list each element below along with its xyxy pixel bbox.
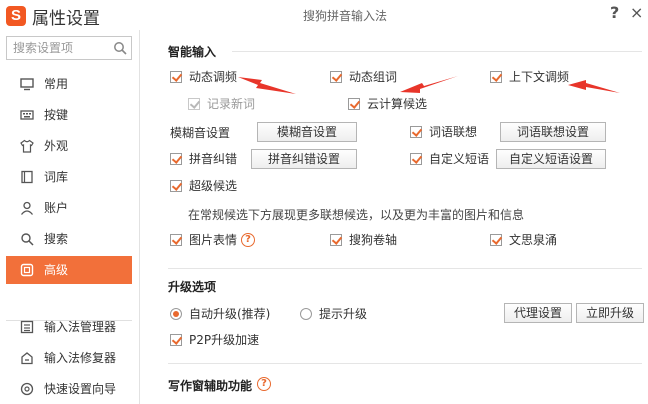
word-association-settings-button[interactable]: 词语联想设置 bbox=[500, 122, 606, 142]
fuzzy-settings-button[interactable]: 模糊音设置 bbox=[257, 122, 357, 142]
checkbox-label: 图片表情 bbox=[189, 233, 238, 247]
section-divider bbox=[232, 51, 642, 52]
advanced-icon bbox=[20, 263, 34, 277]
sidebar-item-label: 账户 bbox=[44, 201, 69, 215]
sidebar-item-advanced[interactable]: 高级 bbox=[6, 256, 132, 284]
checkbox-box bbox=[170, 153, 182, 165]
checkbox-label: P2P升级加速 bbox=[189, 333, 260, 347]
title-bar: S 属性设置 搜狗拼音输入法 ? × bbox=[0, 0, 648, 30]
checkbox-label: 动态组词 bbox=[349, 70, 398, 84]
app-name: 搜狗拼音输入法 bbox=[303, 9, 388, 23]
search-icon bbox=[21, 233, 34, 246]
checkbox-label: 自定义短语 bbox=[429, 152, 490, 166]
checkbox-box bbox=[410, 126, 422, 138]
sidebar-item-appearance[interactable]: 外观 bbox=[6, 132, 132, 160]
sidebar-item-label: 高级 bbox=[44, 263, 69, 277]
sidebar-item-label: 词库 bbox=[44, 170, 69, 184]
sidebar-item-account[interactable]: 账户 bbox=[6, 194, 132, 222]
checkbox-label: 超级候选 bbox=[189, 179, 238, 193]
checkbox-box bbox=[410, 153, 422, 165]
sidebar-item-keys[interactable]: 按键 bbox=[6, 101, 132, 129]
sidebar-item-search[interactable]: 搜索 bbox=[6, 225, 132, 253]
checkbox-box bbox=[170, 234, 182, 246]
window-title: 属性设置 bbox=[32, 9, 100, 29]
manager-icon bbox=[20, 320, 34, 334]
section-divider bbox=[168, 363, 642, 364]
checkbox-label: 上下文调频 bbox=[509, 70, 570, 84]
settings-search-box bbox=[6, 36, 132, 60]
custom-phrase-settings-button[interactable]: 自定义短语设置 bbox=[496, 149, 606, 169]
annotation-arrow-icon bbox=[400, 76, 458, 93]
sidebar: 常用 按键 外观 词库 账户 搜索 高级 输入法管理器 输入法修复器 快速设置向… bbox=[0, 30, 140, 404]
radio-dot bbox=[300, 308, 312, 320]
checkbox-label: 动态调频 bbox=[189, 70, 238, 84]
book-icon bbox=[21, 170, 33, 184]
checkbox-label: 词语联想 bbox=[429, 125, 478, 139]
settings-panel: 智能输入 动态调频 动态组词 上下文调频 记录新词 云计算候选 模糊音设置 模糊… bbox=[140, 30, 648, 404]
sidebar-item-label: 常用 bbox=[44, 77, 69, 91]
checkbox-box bbox=[490, 71, 502, 83]
proxy-settings-button[interactable]: 代理设置 bbox=[504, 303, 572, 323]
sidebar-item-label: 输入法修复器 bbox=[44, 351, 117, 365]
sidebar-item-ime-repair[interactable]: 输入法修复器 bbox=[6, 344, 132, 372]
section-title-smart-input: 智能输入 bbox=[168, 45, 217, 59]
keyboard-icon bbox=[20, 110, 34, 120]
annotation-arrow-icon bbox=[238, 77, 296, 94]
sidebar-item-quick-wizard[interactable]: 快速设置向导 bbox=[6, 375, 132, 403]
search-icon[interactable] bbox=[113, 41, 127, 55]
sidebar-item-label: 快速设置向导 bbox=[44, 382, 117, 396]
radio-label: 自动升级(推荐) bbox=[189, 307, 271, 321]
checkbox-box bbox=[490, 234, 502, 246]
help-question-icon[interactable]: ? bbox=[257, 377, 271, 391]
repair-icon bbox=[21, 352, 33, 365]
sidebar-item-label: 搜索 bbox=[44, 232, 69, 246]
checkbox-box bbox=[330, 234, 342, 246]
help-question-icon[interactable]: ? bbox=[241, 233, 255, 247]
sidebar-item-label: 按键 bbox=[44, 108, 69, 122]
sidebar-item-lexicon[interactable]: 词库 bbox=[6, 163, 132, 191]
checkbox-box bbox=[170, 71, 182, 83]
checkbox-box bbox=[330, 71, 342, 83]
checkbox-box bbox=[348, 98, 360, 110]
wizard-icon bbox=[20, 382, 34, 396]
checkbox-label: 搜狗卷轴 bbox=[349, 233, 398, 247]
user-icon bbox=[20, 201, 34, 215]
checkbox-box bbox=[170, 334, 182, 346]
monitor-icon bbox=[20, 78, 34, 91]
sidebar-item-label: 输入法管理器 bbox=[44, 320, 117, 334]
checkbox-box bbox=[170, 180, 182, 192]
pinyin-correction-settings-button[interactable]: 拼音纠错设置 bbox=[251, 149, 357, 169]
checkbox-label: 文思泉涌 bbox=[509, 233, 558, 247]
section-title-upgrade: 升级选项 bbox=[168, 280, 217, 294]
checkbox-label: 记录新词 bbox=[207, 97, 256, 111]
radio-dot bbox=[170, 308, 182, 320]
annotation-arrow-icon bbox=[568, 80, 620, 93]
close-button[interactable]: × bbox=[630, 3, 643, 22]
fuzzy-label: 模糊音设置 bbox=[170, 126, 231, 140]
sidebar-item-label: 外观 bbox=[44, 139, 69, 153]
sidebar-item-ime-manager[interactable]: 输入法管理器 bbox=[6, 313, 132, 341]
checkbox-box bbox=[188, 98, 200, 110]
radio-label: 提示升级 bbox=[319, 307, 368, 321]
section-title-writing: 写作窗辅助功能 bbox=[168, 379, 253, 393]
checkbox-label: 拼音纠错 bbox=[189, 152, 238, 166]
sidebar-item-common[interactable]: 常用 bbox=[6, 70, 132, 98]
super-candidate-description: 在常规候选下方展现更多联想候选，以及更为丰富的图片和信息 bbox=[188, 208, 525, 222]
help-button[interactable]: ? bbox=[610, 3, 619, 22]
upgrade-now-button[interactable]: 立即升级 bbox=[576, 303, 644, 323]
checkbox-label: 云计算候选 bbox=[367, 97, 428, 111]
sogou-logo-icon: S bbox=[6, 6, 26, 26]
section-divider bbox=[168, 268, 642, 269]
shirt-icon bbox=[20, 139, 34, 153]
settings-search-input[interactable] bbox=[7, 37, 111, 59]
